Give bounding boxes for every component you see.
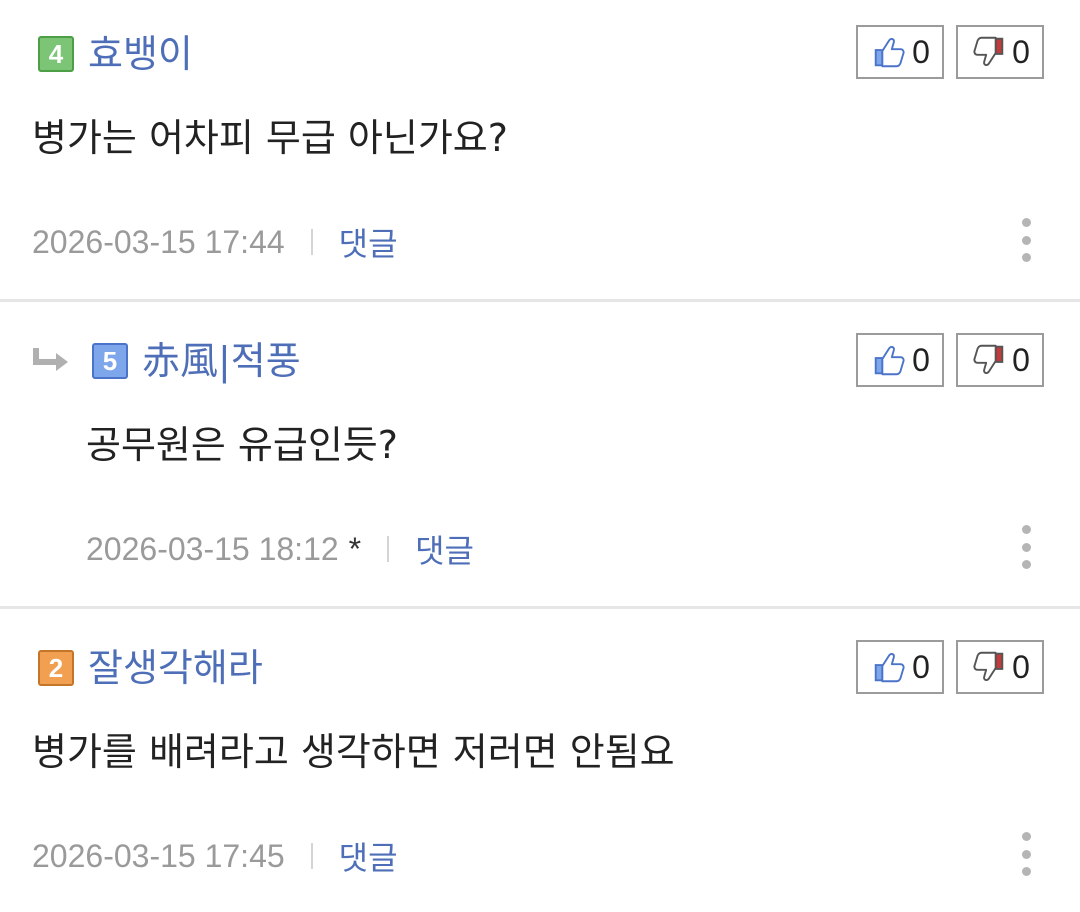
- comment-header: 5 赤風|적풍: [32, 331, 301, 391]
- nickname[interactable]: 赤風|적풍: [142, 342, 301, 380]
- thumbs-down-icon: [973, 36, 1004, 66]
- comment-meta: 2026-03-15 17:45 댓글: [32, 834, 398, 878]
- comment-divider: [0, 606, 1080, 609]
- upvote-button[interactable]: 0: [856, 25, 944, 79]
- comment-item-reply: 5 赤風|적풍 0 0 공무원은 유급인듯? 2026-03-15 18:12 …: [0, 327, 1080, 607]
- edited-mark: *: [348, 530, 362, 567]
- thumbs-up-icon: [874, 653, 905, 683]
- meta-separator: [310, 229, 313, 255]
- thumbs-down-icon: [973, 651, 1004, 681]
- nickname[interactable]: 효뱅이: [88, 35, 193, 73]
- comment-header: 2 잘생각해라: [38, 638, 263, 698]
- vote-group: 0 0: [856, 25, 1044, 79]
- upvote-button[interactable]: 0: [856, 640, 944, 694]
- vote-group: 0 0: [856, 640, 1044, 694]
- comment-date: 2026-03-15 17:44: [32, 223, 285, 260]
- comment-divider: [0, 299, 1080, 302]
- reply-link[interactable]: 댓글: [415, 526, 474, 572]
- thumbs-up-icon: [874, 346, 905, 376]
- comment-date: 2026-03-15 17:45: [32, 837, 285, 874]
- comment-date: 2026-03-15 18:12: [86, 530, 339, 567]
- thumbs-up-icon: [874, 38, 905, 68]
- reply-arrow-icon: [33, 348, 68, 371]
- upvote-button[interactable]: 0: [856, 333, 944, 387]
- downvote-count: 0: [1012, 341, 1030, 378]
- thumbs-down-icon: [973, 344, 1004, 374]
- comment-meta: 2026-03-15 18:12 * 댓글: [86, 527, 474, 571]
- level-badge: 2: [38, 650, 74, 686]
- comment-item: 4 효뱅이 0 0 병가는 어차피 무급 아닌가요? 2026-03-15 17…: [0, 20, 1080, 300]
- downvote-button[interactable]: 0: [956, 25, 1044, 79]
- meta-separator: [387, 536, 390, 562]
- downvote-button[interactable]: 0: [956, 640, 1044, 694]
- reply-link[interactable]: 댓글: [339, 833, 398, 879]
- comment-item: 2 잘생각해라 0 0 병가를 배려라고 생각하면 저러면 안됨요 2026-0…: [0, 634, 1080, 912]
- downvote-count: 0: [1012, 648, 1030, 685]
- upvote-count: 0: [912, 33, 930, 70]
- meta-separator: [310, 843, 313, 869]
- comment-text: 병가는 어차피 무급 아닌가요?: [32, 116, 508, 160]
- more-vertical-icon[interactable]: [1020, 218, 1032, 262]
- downvote-count: 0: [1012, 33, 1030, 70]
- reply-link[interactable]: 댓글: [339, 219, 398, 265]
- downvote-button[interactable]: 0: [956, 333, 1044, 387]
- vote-group: 0 0: [856, 333, 1044, 387]
- comment-header: 4 효뱅이: [38, 24, 193, 84]
- comment-text: 병가를 배려라고 생각하면 저러면 안됨요: [32, 730, 675, 774]
- level-badge: 4: [38, 36, 74, 72]
- more-vertical-icon[interactable]: [1020, 832, 1032, 876]
- comment-meta: 2026-03-15 17:44 댓글: [32, 220, 398, 264]
- comment-text: 공무원은 유급인듯?: [86, 423, 398, 467]
- level-badge: 5: [92, 343, 128, 379]
- upvote-count: 0: [912, 341, 930, 378]
- upvote-count: 0: [912, 648, 930, 685]
- more-vertical-icon[interactable]: [1020, 525, 1032, 569]
- nickname[interactable]: 잘생각해라: [88, 649, 263, 687]
